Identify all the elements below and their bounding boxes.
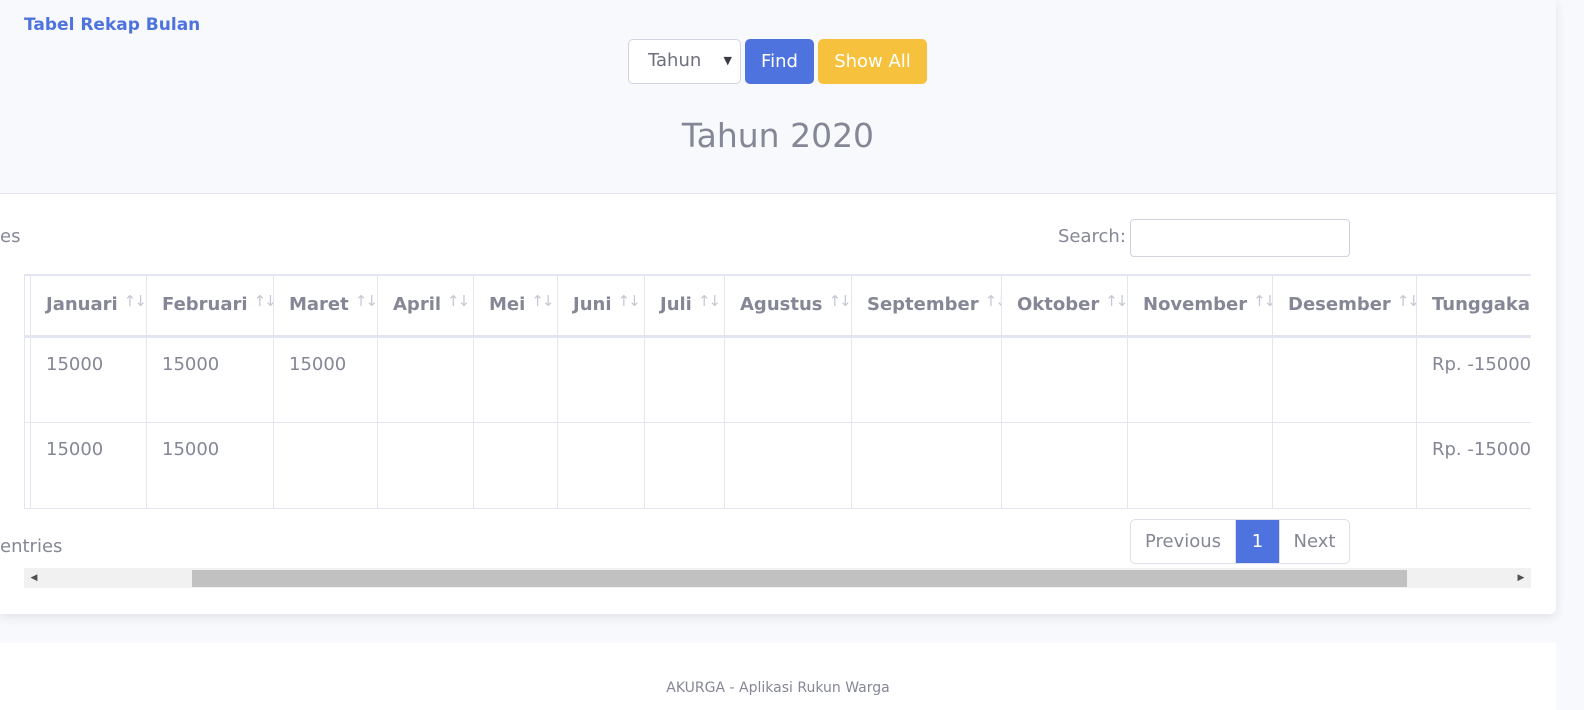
table-row: 15000 15000 Rp. -15000 <box>24 421 1531 509</box>
table-cell <box>851 421 1002 509</box>
table-cell: 15000 <box>30 335 147 423</box>
column-header-label: September <box>867 294 979 315</box>
table-body: 15000 15000 15000 Rp. -15000 15000 15000 Rp. -… <box>24 335 1531 509</box>
sort-arrows-icon: ↑↓ <box>123 292 146 310</box>
show-all-button[interactable]: Show All <box>818 39 927 84</box>
table-cell <box>644 421 725 509</box>
rekap-card: Tabel Rekap Bulan Tahun ▼ Find Show All … <box>0 0 1556 614</box>
table-cell: 15000 <box>273 335 378 423</box>
triangle-right-icon[interactable]: ▶ <box>1511 568 1531 588</box>
column-header-label: Agustus <box>740 294 823 315</box>
table-cell <box>724 335 852 423</box>
sort-arrows-icon: ↑↓ <box>1396 292 1417 310</box>
sort-arrows-icon: ↑↓ <box>984 292 1001 310</box>
column-header-september[interactable]: September ↑↓ <box>851 274 1002 338</box>
table-cell: 15000 <box>30 421 147 509</box>
column-header-desember[interactable]: Desember ↑↓ <box>1272 274 1417 338</box>
column-header-label: Tunggakan <box>1432 294 1531 315</box>
horizontal-scrollbar[interactable]: ◀ ▶ <box>24 568 1531 588</box>
rekap-table: Januari ↑↓ Februari ↑↓ Maret ↑↓ April ↑↓ Mei ↑↓ Ju… <box>24 274 1531 509</box>
table-cell <box>473 335 558 423</box>
column-header-april[interactable]: April ↑↓ <box>377 274 474 338</box>
column-header-label: Juli <box>660 294 692 315</box>
table-cell <box>1001 421 1128 509</box>
table-cell <box>557 335 645 423</box>
table-cell: Rp. -15000 <box>1416 335 1531 423</box>
column-header-maret[interactable]: Maret ↑↓ <box>273 274 378 338</box>
table-cell <box>1272 421 1417 509</box>
column-header-label: April <box>393 294 442 315</box>
column-header-juli[interactable]: Juli ↑↓ <box>644 274 725 338</box>
sort-arrows-icon: ↑↓ <box>828 292 850 310</box>
column-header-januari[interactable]: Januari ↑↓ <box>30 274 147 338</box>
length-label: es <box>0 226 21 247</box>
find-button[interactable]: Find <box>745 39 814 84</box>
previous-page-button[interactable]: Previous <box>1131 520 1236 563</box>
table-cell <box>377 335 474 423</box>
footer-text: AKURGA - Aplikasi Rukun Warga <box>666 680 890 696</box>
card-title: Tabel Rekap Bulan <box>24 15 201 35</box>
sort-arrows-icon: ↑↓ <box>253 292 274 310</box>
table-cell <box>1001 335 1128 423</box>
column-header-label: November <box>1143 294 1248 315</box>
sort-arrows-icon: ↑↓ <box>531 292 554 310</box>
table-cell <box>724 421 852 509</box>
table-cell <box>1272 335 1417 423</box>
year-select-value: Tahun <box>648 50 702 71</box>
table-header-row: Januari ↑↓ Februari ↑↓ Maret ↑↓ April ↑↓ Mei ↑↓ Ju… <box>24 274 1531 338</box>
column-header-label: Februari <box>162 294 248 315</box>
table-cell <box>473 421 558 509</box>
column-header-label: Desember <box>1288 294 1391 315</box>
column-header-label: Maret <box>289 294 349 315</box>
column-header-tunggakan[interactable]: Tunggakan <box>1416 274 1531 338</box>
next-page-button[interactable]: Next <box>1279 520 1349 563</box>
year-filter: Tahun ▼ Find Show All <box>628 39 927 84</box>
column-header-label: Januari <box>46 294 118 315</box>
pagination: Previous 1 Next <box>1130 519 1350 564</box>
table-cell <box>644 335 725 423</box>
column-header-november[interactable]: November ↑↓ <box>1127 274 1273 338</box>
column-header-oktober[interactable]: Oktober ↑↓ <box>1001 274 1128 338</box>
search-input[interactable] <box>1130 219 1350 257</box>
table-wrapper: Januari ↑↓ Februari ↑↓ Maret ↑↓ April ↑↓ Mei ↑↓ Ju… <box>24 274 1531 509</box>
table-info: entries <box>0 536 63 557</box>
table-cell <box>377 421 474 509</box>
table-row: 15000 15000 15000 Rp. -15000 <box>24 335 1531 423</box>
column-header-label: Juni <box>573 294 612 315</box>
sort-arrows-icon: ↑↓ <box>1105 292 1127 310</box>
table-cell <box>1127 335 1273 423</box>
column-header-agustus[interactable]: Agustus ↑↓ <box>724 274 852 338</box>
column-header-juni[interactable]: Juni ↑↓ <box>557 274 645 338</box>
table-cell: Rp. -15000 <box>1416 421 1531 509</box>
column-header-februari[interactable]: Februari ↑↓ <box>146 274 274 338</box>
table-cell: 15000 <box>146 335 274 423</box>
table-cell <box>557 421 645 509</box>
card-header: Tabel Rekap Bulan Tahun ▼ Find Show All … <box>0 0 1556 194</box>
sort-arrows-icon: ↑↓ <box>1253 292 1273 310</box>
table-cell <box>1127 421 1273 509</box>
scrollbar-thumb[interactable] <box>192 570 1407 587</box>
sort-arrows-icon: ↑↓ <box>354 292 377 310</box>
sort-arrows-icon: ↑↓ <box>447 292 470 310</box>
column-header-label: Mei <box>489 294 526 315</box>
page-1-button[interactable]: 1 <box>1236 520 1279 563</box>
triangle-left-icon[interactable]: ◀ <box>24 568 44 588</box>
table-cell: 15000 <box>146 421 274 509</box>
column-header-label: Oktober <box>1017 294 1100 315</box>
year-heading: Tahun 2020 <box>681 116 875 155</box>
year-select[interactable]: Tahun ▼ <box>628 39 741 84</box>
search-label: Search: <box>1058 226 1126 247</box>
sort-arrows-icon: ↑↓ <box>617 292 641 310</box>
caret-down-icon: ▼ <box>723 54 732 67</box>
column-header-mei[interactable]: Mei ↑↓ <box>473 274 558 338</box>
sort-arrows-icon: ↑↓ <box>697 292 721 310</box>
table-cell <box>273 421 378 509</box>
table-cell <box>851 335 1002 423</box>
page-footer: AKURGA - Aplikasi Rukun Warga <box>0 643 1556 710</box>
